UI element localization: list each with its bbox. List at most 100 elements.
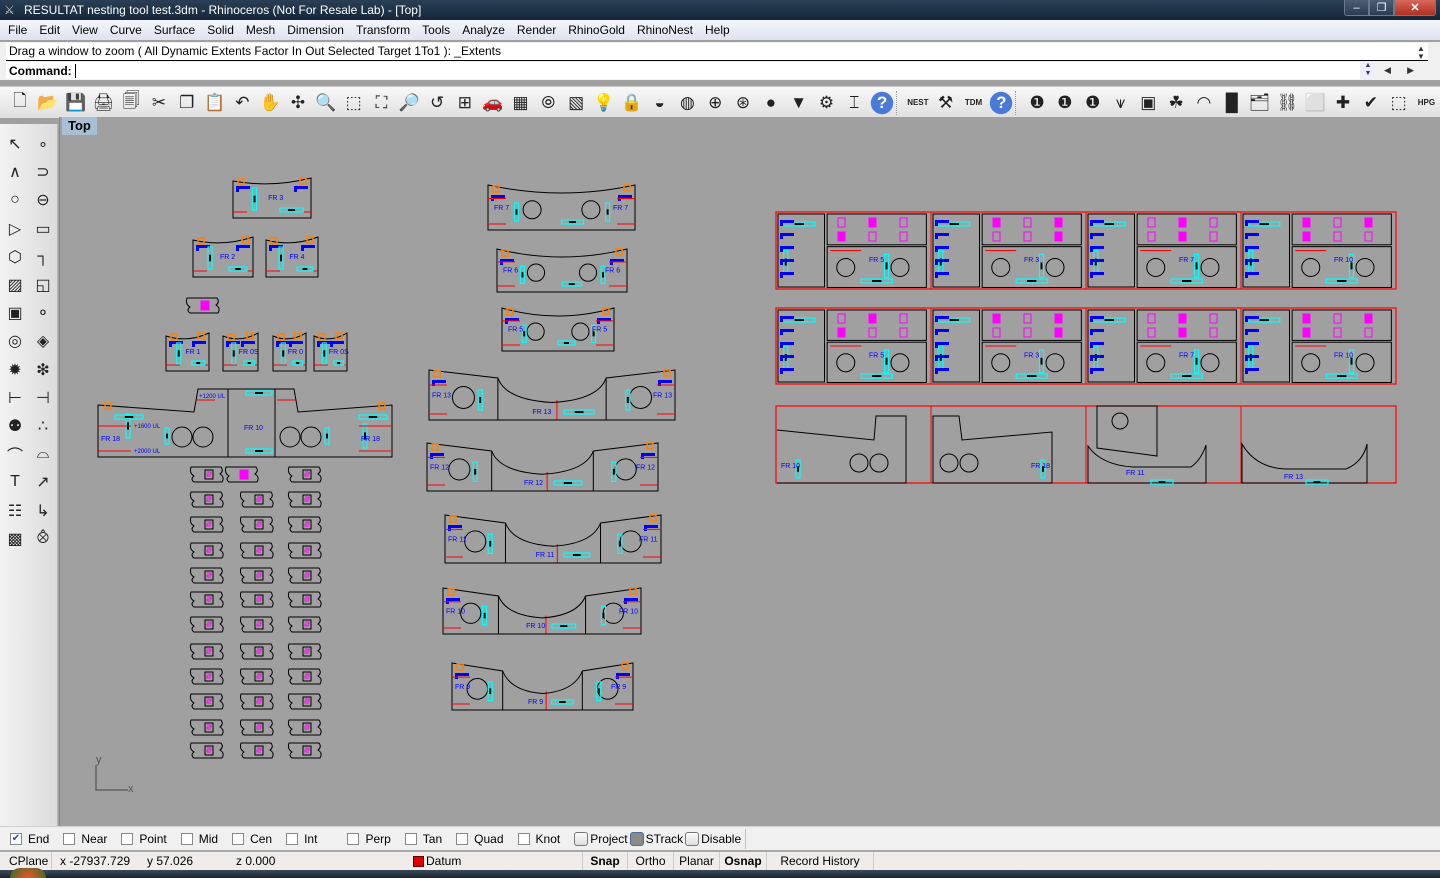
- section-icon[interactable]: ⩛: [1107, 89, 1135, 117]
- command-input[interactable]: [75, 64, 1360, 78]
- frame-icon[interactable]: ⬚: [1385, 89, 1413, 117]
- osnap-checkbox[interactable]: [181, 833, 193, 845]
- solid-box-icon[interactable]: ▣: [1, 299, 29, 327]
- group-icon[interactable]: ☷: [1, 496, 29, 524]
- properties-icon[interactable]: ◒: [646, 89, 674, 117]
- render-preview-icon[interactable]: ▩: [1, 525, 29, 553]
- array-icon[interactable]: ⨶: [29, 525, 57, 553]
- osnap-quad[interactable]: Quad: [456, 832, 503, 846]
- grid-sphere-icon[interactable]: ⊛: [729, 89, 757, 117]
- dimension-icon[interactable]: ⌶: [840, 89, 868, 117]
- viewport-layout-icon[interactable]: ⊞: [451, 89, 479, 117]
- numbered-layer-icon[interactable]: ❶: [1051, 89, 1079, 117]
- viewport-canvas[interactable]: FR 3FR 2FR 4FR 1FR 0SFR 0FR 0SFR 18FR 18…: [60, 117, 1440, 826]
- osnap-checkbox[interactable]: [347, 833, 359, 845]
- menu-file[interactable]: File: [2, 23, 33, 37]
- tdm-icon[interactable]: TDM: [960, 89, 988, 117]
- zoom-window-icon[interactable]: ⬚: [340, 89, 368, 117]
- osnap-checkbox[interactable]: [232, 833, 244, 845]
- pan-hand-icon[interactable]: ✋: [256, 89, 284, 117]
- move-icon[interactable]: ↗: [29, 468, 57, 496]
- help-icon-2[interactable]: ?: [987, 89, 1015, 117]
- fillet-icon[interactable]: ┐: [29, 243, 57, 271]
- current-layer[interactable]: Datum: [413, 854, 461, 868]
- osnap-checkbox[interactable]: ✔: [10, 833, 22, 845]
- menu-curve[interactable]: Curve: [104, 23, 148, 37]
- print-icon[interactable]: 🖨: [89, 89, 117, 117]
- osnap-toggle[interactable]: Osnap: [719, 852, 766, 870]
- paste-icon[interactable]: 📋: [201, 89, 229, 117]
- snap-toggle[interactable]: Snap: [582, 852, 627, 870]
- layers-icon[interactable]: ▧: [562, 89, 590, 117]
- ortho-toggle[interactable]: Ortho: [627, 852, 673, 870]
- menu-solid[interactable]: Solid: [201, 23, 240, 37]
- points-cloud-icon[interactable]: ∴: [29, 412, 57, 440]
- surface-points-icon[interactable]: ▨: [1, 271, 29, 299]
- nav-right-icon[interactable]: ▶: [1407, 62, 1414, 79]
- help-icon[interactable]: ?: [868, 89, 896, 117]
- menu-rhinonest[interactable]: RhinoNest: [631, 23, 699, 37]
- options-gear-icon[interactable]: ⚙: [813, 89, 841, 117]
- zoom-selected-icon[interactable]: 🔎: [395, 89, 423, 117]
- history-scroll[interactable]: ▲▼: [1414, 45, 1428, 61]
- osnap-checkbox[interactable]: [121, 833, 133, 845]
- osnap-toggle-strack[interactable]: STrack: [630, 832, 684, 846]
- osnap-perp[interactable]: Perp: [347, 832, 390, 846]
- menu-mesh[interactable]: Mesh: [240, 23, 281, 37]
- open-folder-icon[interactable]: 📂: [34, 89, 62, 117]
- curve-outline-icon[interactable]: ☘: [1162, 89, 1190, 117]
- grid-snap-icon[interactable]: ▦: [507, 89, 535, 117]
- toggle-button[interactable]: [630, 832, 644, 846]
- split-icon[interactable]: ⊣: [29, 384, 57, 412]
- osnap-cen[interactable]: Cen: [232, 832, 272, 846]
- box-icon[interactable]: ▣: [1134, 89, 1162, 117]
- polygon-icon[interactable]: ⬡: [1, 243, 29, 271]
- rotate-view-icon[interactable]: ✣: [284, 89, 312, 117]
- osnap-toggle-project[interactable]: Project: [574, 832, 627, 846]
- osnap-checkbox[interactable]: [456, 833, 468, 845]
- menu-render[interactable]: Render: [511, 23, 562, 37]
- numbered-battery-icon[interactable]: ❶: [1079, 89, 1107, 117]
- copy-icon[interactable]: ❐: [173, 89, 201, 117]
- fillet-curve-icon[interactable]: ⌒: [1, 440, 29, 468]
- start-button[interactable]: [10, 868, 46, 878]
- render-sphere-icon[interactable]: ●: [757, 89, 785, 117]
- rainbow-icon[interactable]: ◠: [1190, 89, 1218, 117]
- osnap-toggle-disable[interactable]: Disable: [685, 832, 741, 846]
- new-file-icon[interactable]: 🗋: [6, 89, 34, 117]
- osnap-checkbox[interactable]: [286, 833, 298, 845]
- curve-control-points-icon[interactable]: ⊃: [29, 158, 57, 186]
- undo-icon[interactable]: ↶: [229, 89, 257, 117]
- top-viewport[interactable]: Top FR 3FR 2FR 4FR 1FR 0SFR 0FR 0SFR 18F…: [59, 117, 1440, 826]
- check-material-icon[interactable]: ✔: [1357, 89, 1385, 117]
- hpgl-save-icon[interactable]: HPG: [1413, 89, 1440, 117]
- point-icon[interactable]: ∘: [29, 130, 57, 158]
- osnap-checkbox[interactable]: [63, 833, 75, 845]
- bounding-box-icon[interactable]: ⬜: [1301, 89, 1329, 117]
- hammer-icon[interactable]: ⚒: [932, 89, 960, 117]
- export-icon[interactable]: 🗐: [117, 89, 145, 117]
- orient-icon[interactable]: ↳: [29, 496, 57, 524]
- menu-view[interactable]: View: [66, 23, 104, 37]
- light-bulb-icon[interactable]: 💡: [590, 89, 618, 117]
- car-icon[interactable]: 🚗: [479, 89, 507, 117]
- osnap-checkbox[interactable]: [405, 833, 417, 845]
- cut-icon[interactable]: ✂: [145, 89, 173, 117]
- menu-surface[interactable]: Surface: [148, 23, 201, 37]
- extrude-surface-icon[interactable]: ◱: [29, 271, 57, 299]
- osnap-int[interactable]: Int: [286, 832, 317, 846]
- osnap-point[interactable]: Point: [121, 832, 166, 846]
- arc-icon[interactable]: ▷: [1, 215, 29, 243]
- numbered-1-2-icon[interactable]: ❶: [1023, 89, 1051, 117]
- menu-edit[interactable]: Edit: [33, 23, 66, 37]
- cylinder-icon[interactable]: ◎: [1, 327, 29, 355]
- nest-icon[interactable]: NEST: [904, 89, 932, 117]
- save-icon[interactable]: 💾: [62, 89, 90, 117]
- toggle-button[interactable]: [685, 832, 699, 846]
- spheres-icon[interactable]: ⚬: [29, 299, 57, 327]
- menu-transform[interactable]: Transform: [350, 23, 416, 37]
- close-button[interactable]: ✕: [1394, 0, 1436, 16]
- menu-dimension[interactable]: Dimension: [281, 23, 350, 37]
- text-icon[interactable]: T: [1, 468, 29, 496]
- folders-icon[interactable]: 🗂: [1246, 89, 1274, 117]
